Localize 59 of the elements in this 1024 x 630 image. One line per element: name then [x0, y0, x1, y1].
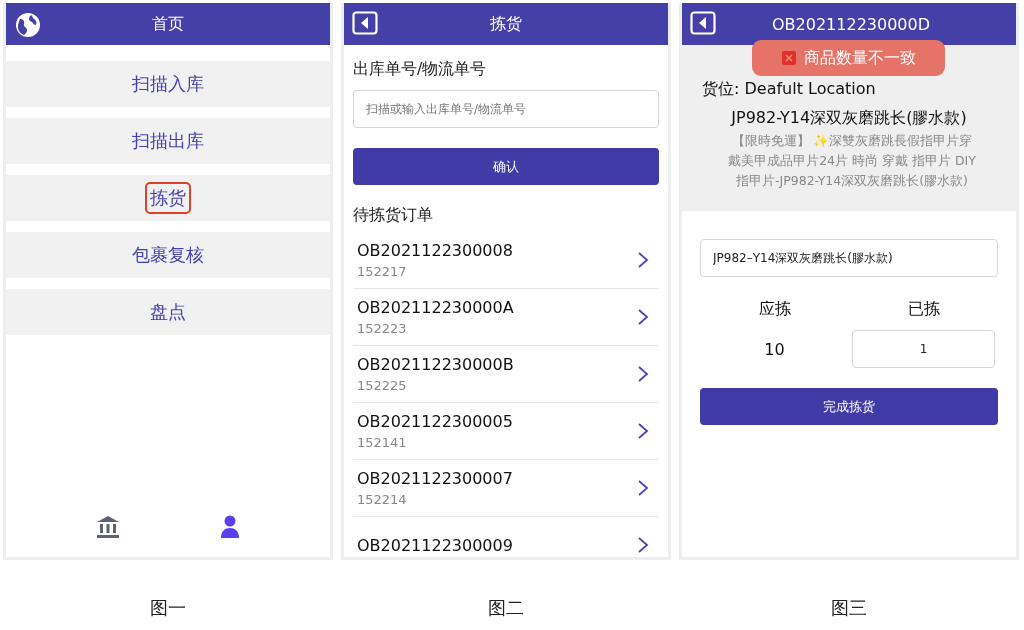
globe-icon[interactable]	[14, 11, 42, 39]
order-code: 152214	[357, 492, 408, 507]
order-row[interactable]: OB2021122300005 152141	[353, 403, 659, 460]
product-description: 【限時免運】 ✨深雙灰磨跳長假指甲片穿戴美甲成品甲片24片 時尚 穿戴 指甲片 DIY 指甲片-JP982-Y14深双灰磨跳长(膠水款)	[727, 132, 977, 190]
picked-label: 已拣	[907, 299, 940, 320]
header-title: OB202112230000D	[772, 14, 931, 34]
order-code: 152225	[357, 378, 408, 393]
required-value: 10	[764, 339, 785, 359]
figure-caption: 图一	[150, 596, 186, 620]
chevron-right-icon[interactable]	[637, 423, 649, 439]
menu-item[interactable]: 扫描入库	[6, 61, 330, 107]
order-number: OB2021122300009	[357, 535, 513, 555]
product-name: JP982-Y14深双灰磨跳长(膠水款)	[731, 108, 967, 129]
chevron-right-icon[interactable]	[637, 309, 649, 325]
confirm-button[interactable]: 确认	[353, 148, 659, 185]
back-icon[interactable]	[690, 11, 716, 35]
menu-item-label: 包裹复核	[131, 243, 205, 267]
order-row[interactable]: OB2021122300007 152214	[353, 460, 659, 517]
order-number: OB2021122300008	[357, 241, 513, 260]
field-label: 出库单号/物流单号	[353, 59, 488, 80]
order-number: OB202112230000B	[357, 355, 514, 374]
order-code: 152141	[357, 435, 408, 450]
user-icon[interactable]	[220, 515, 240, 539]
required-label: 应拣	[758, 299, 791, 320]
chevron-right-icon[interactable]	[637, 480, 649, 496]
order-row[interactable]: OB202112230000B 152225	[353, 346, 659, 403]
menu-item-label: 扫描入库	[131, 72, 205, 96]
order-number: OB202112230000A	[357, 298, 514, 317]
picked-quantity-field[interactable]: 1	[852, 330, 995, 368]
back-icon[interactable]	[352, 11, 378, 35]
menu-item[interactable]: 拣货	[6, 175, 330, 221]
menu-item[interactable]: 扫描出库	[6, 118, 330, 164]
finish-picking-button[interactable]: 完成拣货	[700, 388, 998, 425]
location-text: 货位: Deafult Location	[702, 79, 876, 100]
header-title: 首页	[152, 13, 184, 35]
menu-item-label: 拣货	[145, 182, 191, 214]
menu-item-label: 扫描出库	[131, 129, 205, 153]
menu-item[interactable]: 包裹复核	[6, 232, 330, 278]
bank-icon[interactable]	[96, 515, 120, 539]
chevron-right-icon[interactable]	[637, 537, 649, 553]
chevron-right-icon[interactable]	[637, 366, 649, 382]
close-icon	[781, 51, 796, 65]
order-number: OB2021122300007	[357, 469, 513, 488]
order-row[interactable]: OB2021122300008 152217	[353, 232, 659, 289]
menu-item-label: 盘点	[149, 300, 187, 324]
order-number: OB2021122300005	[357, 412, 513, 431]
figure-caption: 图三	[831, 596, 867, 620]
order-code: 152217	[357, 264, 408, 279]
figure-caption: 图二	[488, 596, 524, 620]
sku-field[interactable]: JP982–Y14深双灰磨跳长(膠水款)	[700, 239, 998, 277]
toast-message: 商品数量不一致	[803, 47, 916, 69]
order-row[interactable]: OB2021122300009	[353, 517, 659, 557]
order-number-field[interactable]: 扫描或输入出库单号/物流单号	[353, 90, 659, 128]
header-title: 拣货	[490, 13, 522, 35]
order-row[interactable]: OB202112230000A 152223	[353, 289, 659, 346]
menu-item[interactable]: 盘点	[6, 289, 330, 335]
chevron-right-icon[interactable]	[637, 252, 649, 268]
order-code: 152223	[357, 321, 408, 336]
section-title: 待拣货订单	[353, 205, 434, 226]
